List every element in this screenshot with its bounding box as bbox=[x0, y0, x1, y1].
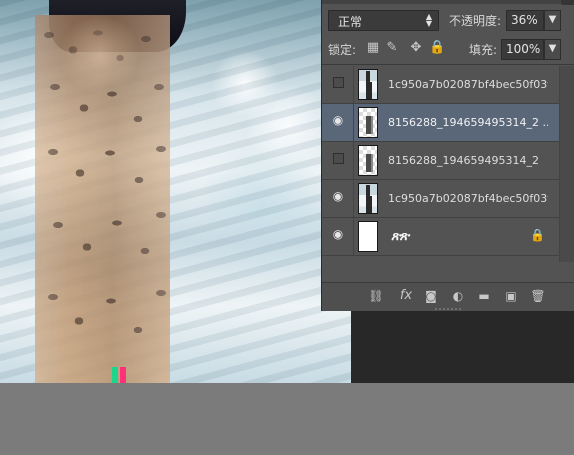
fill-input[interactable]: 100% bbox=[501, 39, 544, 60]
panel-divider bbox=[322, 64, 574, 65]
layer-name: 1c950a7b02087bf4bec50f03f... bbox=[388, 78, 548, 91]
photoshop-window: 正常 ▲ ▼ 不透明度: 36% ▼ 锁定: ▦ ✎ ✥ 🔒 填充: 100% ▼ bbox=[0, 0, 574, 455]
layer-thumbnail-photo bbox=[358, 183, 378, 214]
visibility-cell[interactable]: ◉ bbox=[322, 180, 354, 217]
resize-grip[interactable] bbox=[435, 308, 461, 310]
eye-icon[interactable]: ◉ bbox=[331, 189, 345, 203]
layer-thumbnail-transparent bbox=[358, 145, 378, 176]
layer-blend-opacity-row: 正常 ▲ ▼ 不透明度: 36% ▼ bbox=[327, 10, 572, 34]
dark-workspace-area bbox=[351, 311, 574, 383]
opacity-input[interactable]: 36% bbox=[506, 10, 544, 31]
layer-row-1[interactable]: 1c950a7b02087bf4bec50f03f... bbox=[322, 66, 559, 104]
blend-mode-label: 正常 bbox=[338, 15, 363, 29]
layer-row-4[interactable]: ◉ 1c950a7b02087bf4bec50f03f... bbox=[322, 180, 559, 218]
eye-icon[interactable]: ◉ bbox=[331, 113, 345, 127]
layer-name: 1c950a7b02087bf4bec50f03f... bbox=[388, 192, 548, 205]
eye-icon[interactable]: ◉ bbox=[331, 227, 345, 241]
fill-label: 填充: bbox=[469, 43, 498, 57]
new-layer-icon[interactable]: ▣ bbox=[502, 287, 520, 305]
blend-mode-select[interactable]: 正常 ▲ ▼ bbox=[328, 10, 439, 31]
layer-name: 8156288_194659495314_2 bbox=[388, 154, 539, 167]
lock-paint-icon[interactable]: ✎ bbox=[384, 40, 400, 56]
chevron-down-icon: ▼ bbox=[548, 14, 557, 25]
lock-move-icon[interactable]: ✥ bbox=[408, 40, 424, 56]
fx-icon[interactable]: fx bbox=[397, 287, 415, 305]
trash-icon[interactable]: 🗑 bbox=[529, 287, 547, 305]
visibility-cell[interactable] bbox=[322, 66, 354, 103]
chevron-down-icon: ▼ bbox=[548, 43, 557, 54]
leopard-overlay-layer bbox=[35, 15, 170, 383]
adjustment-icon[interactable]: ◐ bbox=[449, 287, 467, 305]
opacity-label: 不透明度: bbox=[449, 14, 502, 28]
layers-scrollbar[interactable] bbox=[559, 66, 574, 262]
visibility-toggle[interactable] bbox=[333, 77, 344, 88]
select-arrows-icon: ▲ ▼ bbox=[425, 12, 432, 28]
layer-thumbnail-transparent bbox=[358, 107, 378, 138]
lock-transparency-icon[interactable]: ▦ bbox=[365, 40, 381, 56]
visibility-toggle[interactable] bbox=[333, 153, 344, 164]
background-layer-mark-icon: ጽጽ bbox=[391, 229, 409, 244]
fill-dropdown-button[interactable]: ▼ bbox=[544, 39, 561, 60]
layer-thumbnail-white bbox=[358, 221, 378, 252]
panel-handle[interactable] bbox=[561, 0, 574, 5]
lock-icon[interactable]: 🔒 bbox=[530, 228, 545, 242]
visibility-cell[interactable] bbox=[322, 142, 354, 179]
pink-accent bbox=[120, 367, 126, 383]
opacity-dropdown-button[interactable]: ▼ bbox=[544, 10, 561, 31]
lock-all-icon[interactable]: 🔒 bbox=[429, 40, 445, 56]
layer-row-2[interactable]: ◉ 8156288_194659495314_2 ... bbox=[322, 104, 559, 142]
visibility-cell[interactable]: ◉ bbox=[322, 104, 354, 141]
layer-row-3[interactable]: 8156288_194659495314_2 bbox=[322, 142, 559, 180]
layers-footer-bar: ⛓ fx ◙ ◐ ▬ ▣ 🗑 bbox=[322, 282, 574, 311]
layers-panel: 正常 ▲ ▼ 不透明度: 36% ▼ 锁定: ▦ ✎ ✥ 🔒 填充: 100% ▼ bbox=[321, 0, 574, 311]
canvas-image bbox=[0, 0, 351, 383]
lock-label: 锁定: bbox=[328, 43, 357, 57]
folder-icon[interactable]: ▬ bbox=[475, 287, 493, 305]
visibility-cell[interactable]: ◉ bbox=[322, 218, 354, 255]
layer-name: 8156288_194659495314_2 ... bbox=[388, 116, 548, 129]
layer-thumbnail-photo bbox=[358, 69, 378, 100]
link-icon[interactable]: ⛓ bbox=[367, 287, 385, 305]
layer-row-5[interactable]: ◉ ጽጽ 🔒 bbox=[322, 218, 559, 256]
lock-fill-row: 锁定: ▦ ✎ ✥ 🔒 填充: 100% ▼ bbox=[327, 38, 572, 62]
mask-icon[interactable]: ◙ bbox=[422, 287, 440, 305]
green-accent bbox=[112, 367, 118, 383]
panel-top-bar bbox=[322, 0, 574, 4]
layers-list: 1c950a7b02087bf4bec50f03f... ◉ 8156288_1… bbox=[322, 66, 559, 262]
bottom-gray-area bbox=[0, 383, 574, 455]
